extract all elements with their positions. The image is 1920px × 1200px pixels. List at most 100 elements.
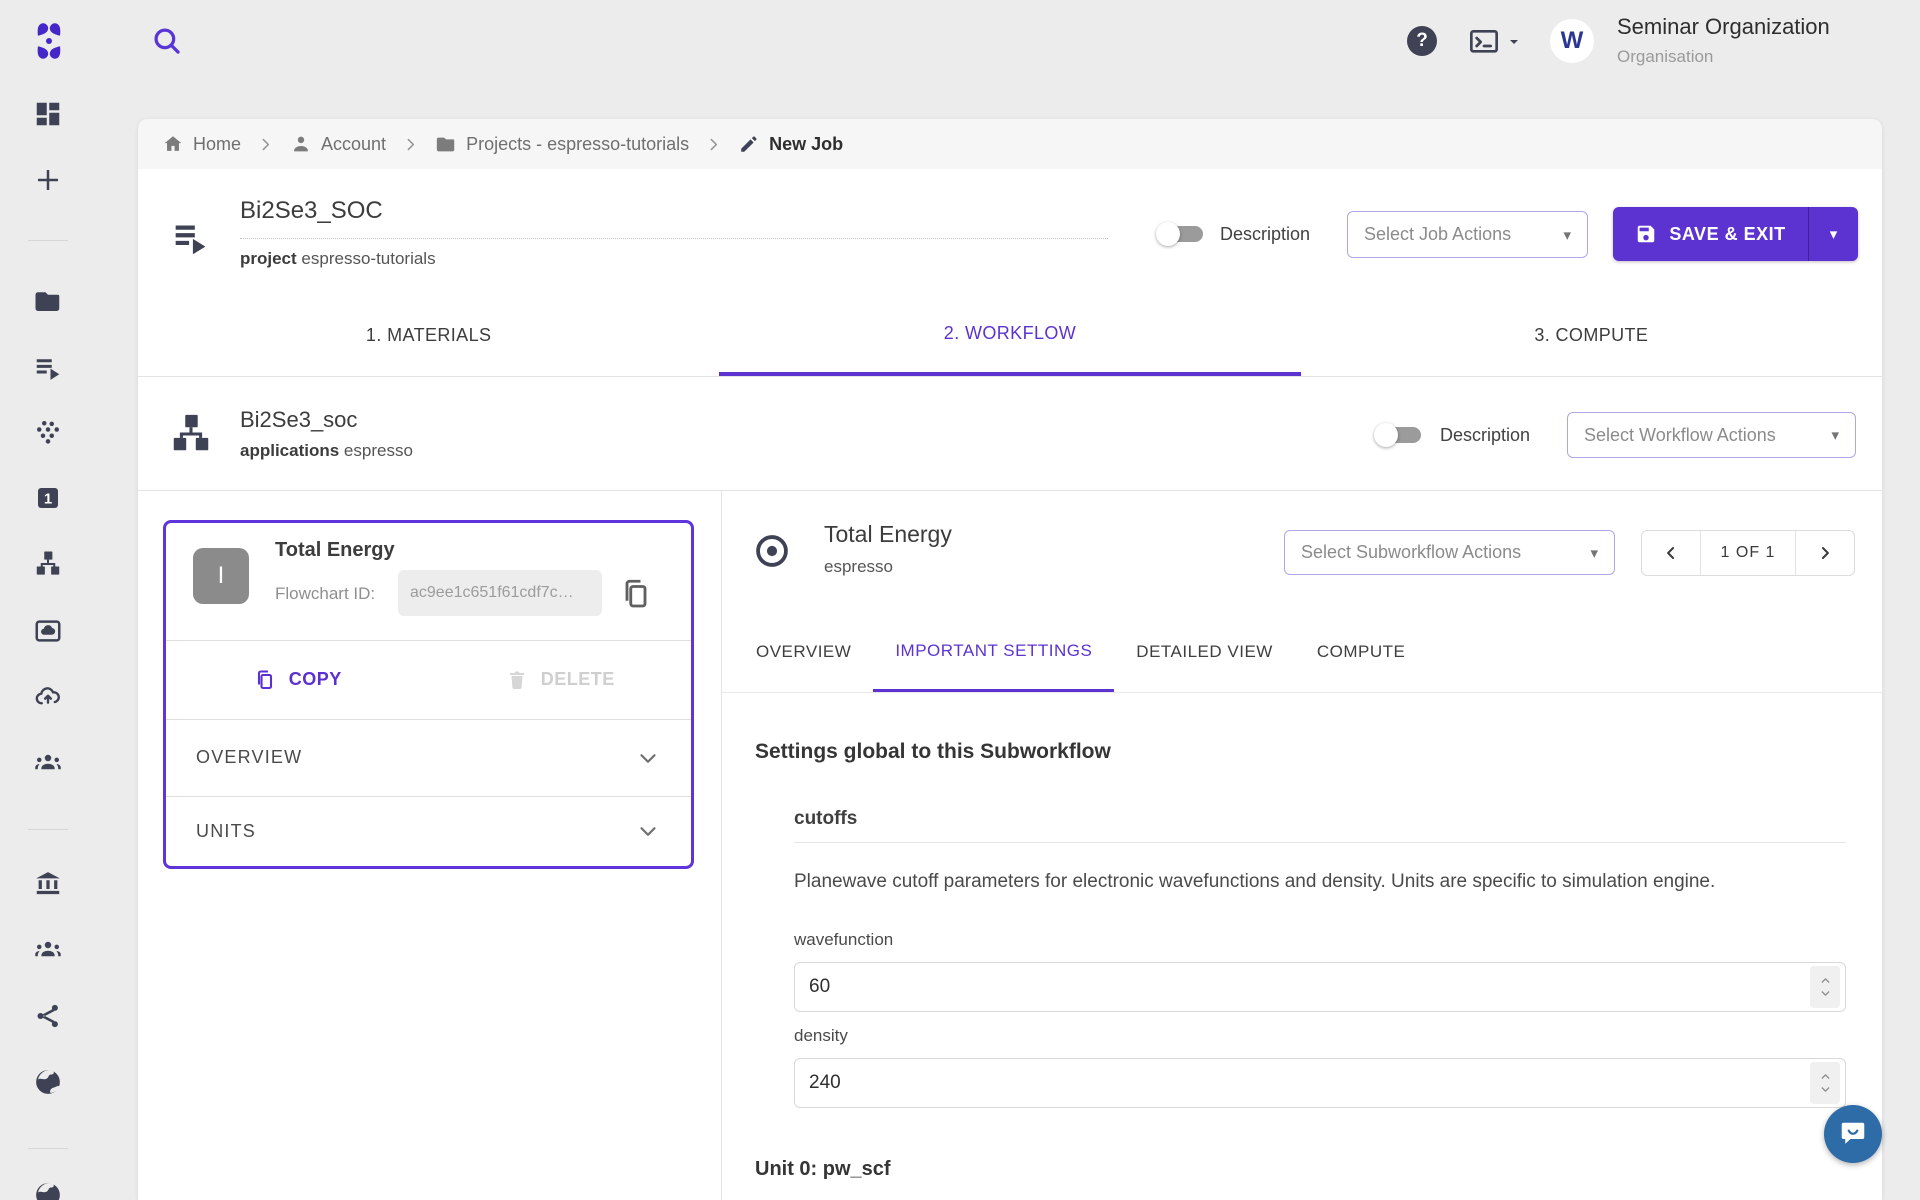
tab-materials[interactable]: 1. MATERIALS — [138, 295, 719, 376]
sidebar-item-projects[interactable] — [24, 277, 72, 325]
pencil-icon — [738, 133, 760, 155]
plus-icon — [33, 165, 63, 195]
panel-divider — [721, 490, 722, 1200]
flowchart-id-label: Flowchart ID: — [275, 584, 375, 604]
trash-icon — [505, 668, 529, 692]
settings-heading: Settings global to this Subworkflow — [755, 740, 1111, 764]
delete-unit-button[interactable]: DELETE — [429, 640, 692, 719]
subworkflow-title: Total Energy — [824, 521, 952, 548]
caret-down-icon: ▾ — [1563, 226, 1571, 244]
person-icon — [290, 133, 312, 155]
folder-icon — [33, 286, 63, 316]
subworkflow-actions-select[interactable]: Select Subworkflow Actions ▾ — [1284, 530, 1615, 575]
tab-compute[interactable]: 3. COMPUTE — [1301, 295, 1882, 376]
group-icon — [33, 935, 63, 965]
pager-position: 1 OF 1 — [1700, 531, 1796, 575]
workflow-title: Bi2Se3_soc — [240, 407, 357, 433]
avatar[interactable]: W — [1550, 19, 1594, 63]
divider — [794, 842, 1846, 843]
sidebar: 1 — [0, 0, 96, 1200]
tab-compute[interactable]: COMPUTE — [1295, 612, 1428, 692]
density-input[interactable] — [794, 1058, 1846, 1108]
subworkflow-bullseye-icon — [753, 532, 791, 570]
main-panel: Home Account Projects - espresso-tutoria… — [138, 119, 1882, 1200]
chevron-left-icon — [1661, 543, 1681, 563]
accordion-units[interactable]: UNITS — [166, 796, 691, 866]
sidebar-divider — [28, 1148, 68, 1149]
atoms-dots-icon — [33, 417, 63, 447]
sidebar-divider — [28, 240, 68, 241]
flowchart-id-value[interactable]: ac9ee1c651f61cdf7c… — [398, 570, 602, 616]
save-options-button[interactable]: ▾ — [1808, 207, 1858, 261]
tab-detailed-view[interactable]: DETAILED VIEW — [1114, 612, 1295, 692]
tab-important-settings[interactable]: IMPORTANT SETTINGS — [873, 612, 1114, 692]
breadcrumb-project[interactable]: Projects - espresso-tutorials — [435, 133, 689, 155]
breadcrumb-account[interactable]: Account — [290, 133, 386, 155]
breadcrumb-home[interactable]: Home — [162, 133, 241, 155]
divider — [138, 490, 1882, 491]
save-exit-split-button: SAVE & EXIT ▾ — [1613, 207, 1858, 261]
chevron-right-icon — [402, 136, 419, 153]
org-name[interactable]: Seminar Organization — [1617, 14, 1830, 40]
caret-down-icon: ▾ — [1831, 426, 1839, 444]
search-icon[interactable] — [150, 24, 184, 58]
job-description-toggle[interactable] — [1156, 222, 1203, 246]
unit-0-heading: Unit 0: pw_scf — [755, 1158, 891, 1181]
density-stepper[interactable] — [1810, 1062, 1840, 1104]
sidebar-item-public-partial[interactable] — [24, 1171, 72, 1200]
subworkflow-pager: 1 OF 1 — [1641, 530, 1855, 576]
bank-icon — [33, 869, 63, 899]
sidebar-item-institution[interactable] — [24, 860, 72, 908]
mat3ra-logo-icon[interactable] — [29, 21, 69, 61]
sidebar-item-dashboard[interactable] — [24, 90, 72, 138]
job-title-field[interactable]: Bi2Se3_SOC — [240, 197, 1108, 239]
terminal-icon — [1468, 26, 1500, 58]
globe-icon — [33, 1067, 63, 1097]
sidebar-item-unit[interactable]: 1 — [24, 474, 72, 522]
sidebar-item-public[interactable] — [24, 1058, 72, 1106]
sidebar-item-team[interactable] — [24, 739, 72, 787]
unit-card-total-energy[interactable]: I Total Energy Flowchart ID: ac9ee1c651f… — [163, 520, 694, 869]
job-title: Bi2Se3_SOC — [240, 197, 383, 224]
svg-text:1: 1 — [44, 491, 52, 508]
cutoffs-group-title: cutoffs — [794, 808, 857, 830]
sidebar-item-jobs[interactable] — [24, 344, 72, 392]
pager-prev-button[interactable] — [1642, 531, 1700, 575]
chevron-right-icon — [257, 136, 274, 153]
chevron-down-icon — [1506, 34, 1522, 50]
avatar-letter: W — [1561, 27, 1584, 55]
workflow-description-toggle[interactable] — [1374, 423, 1421, 447]
sidebar-divider — [28, 829, 68, 830]
sidebar-item-materials[interactable] — [24, 408, 72, 456]
pager-next-button[interactable] — [1796, 531, 1854, 575]
tab-overview[interactable]: OVERVIEW — [734, 612, 873, 692]
wavefunction-input[interactable] — [794, 962, 1846, 1012]
sidebar-item-workflows[interactable] — [24, 540, 72, 588]
sidebar-item-add-new[interactable] — [24, 156, 72, 204]
save-icon — [1635, 223, 1657, 245]
copy-unit-button[interactable]: COPY — [166, 640, 429, 719]
sidebar-item-organization-members[interactable] — [24, 926, 72, 974]
accordion-overview[interactable]: OVERVIEW — [166, 719, 691, 796]
copy-flowchart-id-icon[interactable] — [618, 576, 654, 612]
job-actions-select[interactable]: Select Job Actions ▾ — [1347, 211, 1588, 258]
sidebar-item-bench[interactable] — [24, 607, 72, 655]
wavefunction-stepper[interactable] — [1810, 966, 1840, 1008]
job-icon — [168, 214, 214, 260]
globe-icon — [33, 1180, 63, 1200]
breadcrumb: Home Account Projects - espresso-tutoria… — [138, 119, 1882, 169]
cutoffs-description: Planewave cutoff parameters for electron… — [794, 871, 1854, 893]
chat-launcher-button[interactable] — [1824, 1105, 1882, 1163]
sidebar-item-uploads[interactable] — [24, 673, 72, 721]
sidebar-item-shared[interactable] — [24, 992, 72, 1040]
help-icon[interactable]: ? — [1407, 26, 1437, 56]
cloud-in-frame-icon — [33, 616, 63, 646]
workflow-application: applications espresso — [240, 441, 413, 461]
save-exit-button[interactable]: SAVE & EXIT — [1613, 207, 1808, 261]
workflow-actions-select[interactable]: Select Workflow Actions ▾ — [1567, 412, 1856, 458]
subworkflow-tabs: OVERVIEW IMPORTANT SETTINGS DETAILED VIE… — [734, 612, 1427, 692]
tab-workflow[interactable]: 2. WORKFLOW — [719, 295, 1300, 376]
console-menu-button[interactable] — [1468, 26, 1522, 58]
unit-card-actions: COPY DELETE — [166, 640, 691, 719]
dashboard-icon — [33, 99, 63, 129]
